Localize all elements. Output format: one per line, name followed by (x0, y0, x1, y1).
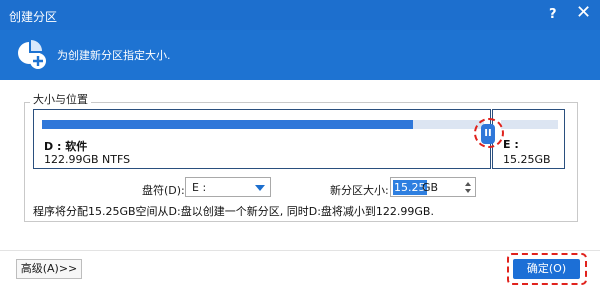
partition-e-name: E : (503, 138, 519, 151)
partition-e[interactable]: E : 15.25GB (492, 109, 565, 169)
partition-d-usage-track (42, 120, 484, 129)
title-bar: 创建分区 ? ✕ (0, 0, 600, 30)
decrement-arrow-icon[interactable] (465, 189, 471, 193)
partition-d-size: 122.99GB NTFS (44, 153, 131, 166)
increment-arrow-icon[interactable] (465, 182, 471, 186)
partition-d-usage-fill (42, 120, 414, 129)
window-title: 创建分区 (9, 10, 58, 24)
resize-handle[interactable]: II (481, 124, 495, 144)
close-button[interactable]: ✕ (576, 4, 591, 22)
partition-e-usage-track (501, 120, 558, 129)
advanced-button[interactable]: 高级(A)>> (16, 259, 82, 279)
help-button[interactable]: ? (549, 7, 557, 22)
add-partition-icon (18, 40, 46, 69)
partition-d-name: D : 软件 (44, 140, 88, 153)
allocation-message: 程序将分配15.25GB空间从D:盘以创建一个新分区, 同时D:盘将减小到122… (33, 205, 434, 218)
partition-size-unit: GB (422, 181, 439, 194)
partition-size-label: 新分区大小: (330, 184, 389, 197)
drive-letter-value: E : (192, 181, 207, 194)
group-title: 大小与位置 (30, 91, 91, 107)
footer-divider (0, 250, 600, 251)
banner-text: 为创建新分区指定大小. (57, 49, 171, 62)
partition-size-input[interactable]: 15.25 GB (390, 177, 476, 197)
partition-d[interactable]: D : 软件 122.99GB NTFS (33, 109, 491, 169)
partition-e-size: 15.25GB (503, 153, 551, 166)
dropdown-arrow-icon (255, 185, 265, 191)
drive-letter-label: 盘符(D): (142, 184, 185, 197)
ok-button[interactable]: 确定(O) (513, 259, 580, 279)
header-banner: 为创建新分区指定大小. (0, 30, 600, 80)
drive-letter-select[interactable]: E : (185, 177, 271, 197)
